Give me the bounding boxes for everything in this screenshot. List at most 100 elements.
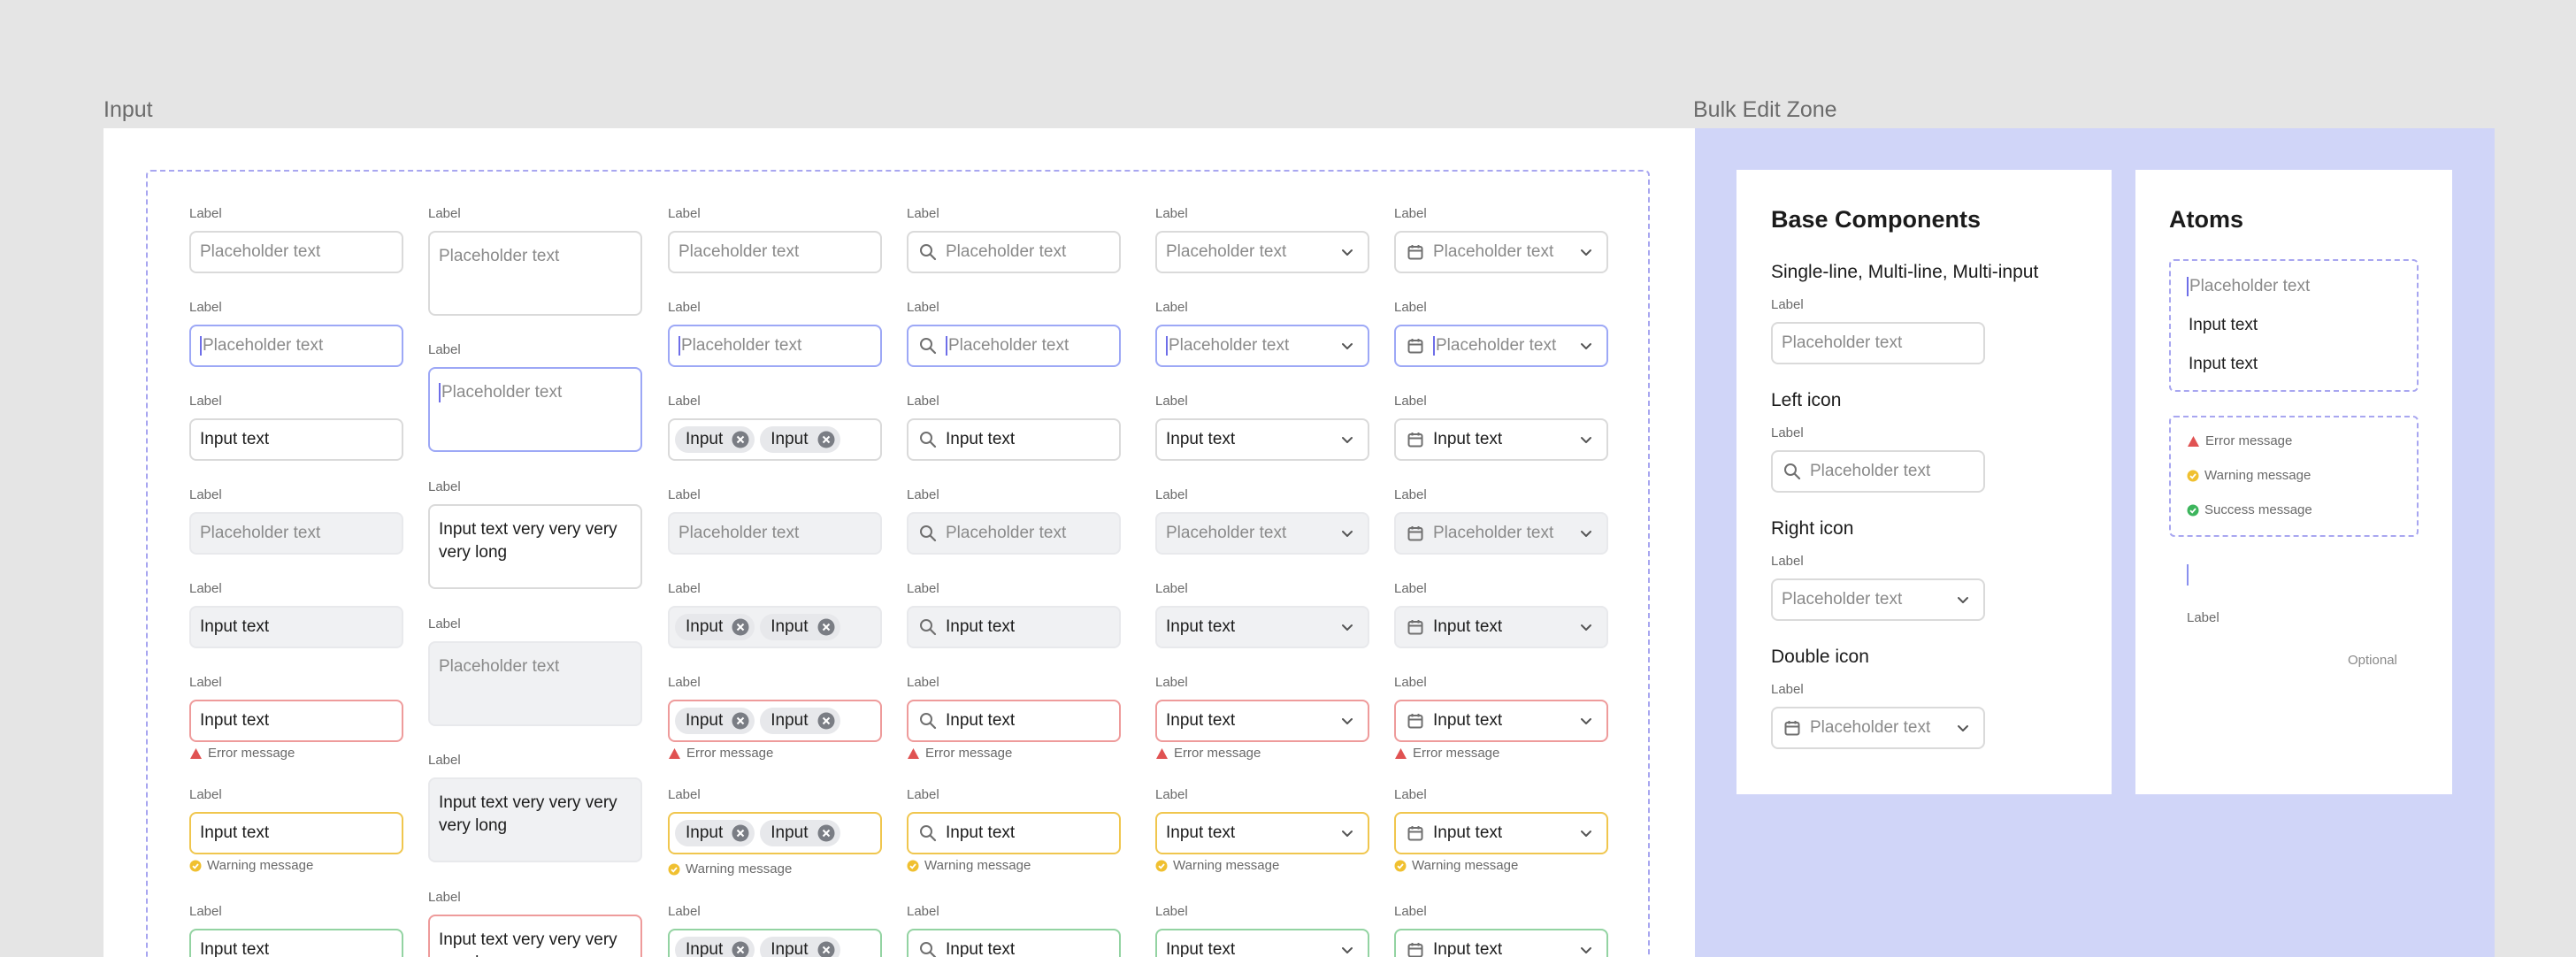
chevron-down-icon[interactable]	[1578, 338, 1594, 354]
single-line-input-focus[interactable]: Placeholder text	[189, 325, 403, 367]
input-chip[interactable]: Input	[675, 820, 755, 846]
right-icon-input-default[interactable]: Placeholder text	[1155, 231, 1369, 273]
warning-message: Warning message	[189, 858, 313, 873]
right-icon-input-disabled-empty[interactable]: Placeholder text	[1155, 512, 1369, 555]
clear-chip-icon[interactable]	[817, 712, 835, 730]
multi-line-input-error[interactable]: Input text very very very very long	[428, 915, 642, 957]
input-chip[interactable]: Input	[675, 614, 755, 640]
double-icon-input-success[interactable]: Input text	[1394, 929, 1608, 957]
chevron-down-icon[interactable]	[1955, 720, 1971, 736]
input-placeholder: Placeholder text	[1157, 334, 1339, 357]
multi-input-input-warning[interactable]: Input Input	[668, 812, 882, 854]
chevron-down-icon[interactable]	[1578, 432, 1594, 448]
chevron-down-icon[interactable]	[1339, 525, 1355, 541]
double-icon-input-focus[interactable]: Placeholder text	[1394, 325, 1608, 367]
left-icon-input-disabled-filled[interactable]: Input text	[907, 606, 1121, 648]
multi-line-input-disabled-filled[interactable]: Input text very very very very long	[428, 777, 642, 862]
atoms-title: Atoms	[2169, 206, 2244, 233]
right-icon-input-filled[interactable]: Input text	[1155, 418, 1369, 461]
multi-input-input-success[interactable]: Input Input	[668, 929, 882, 957]
double-icon-input-default[interactable]: Placeholder text	[1394, 231, 1608, 273]
section-right-icon-title: Right icon	[1771, 518, 1854, 539]
section-left-icon-title: Left icon	[1771, 390, 1842, 410]
chevron-down-icon[interactable]	[1578, 244, 1594, 260]
clear-chip-icon[interactable]	[732, 618, 749, 636]
input-chip[interactable]: Input	[675, 426, 755, 453]
input-chip[interactable]: Input	[675, 937, 755, 957]
double-icon-input-disabled-filled[interactable]: Input text	[1394, 606, 1608, 648]
base-double-icon-input[interactable]: Placeholder text	[1771, 707, 1985, 749]
clear-chip-icon[interactable]	[817, 941, 835, 957]
single-line-input-disabled-filled[interactable]: Input text	[189, 606, 403, 648]
right-icon-input-success[interactable]: Input text	[1155, 929, 1369, 957]
multi-input-input-error[interactable]: Input Input	[668, 700, 882, 742]
double-icon-input-filled[interactable]: Input text	[1394, 418, 1608, 461]
clear-chip-icon[interactable]	[817, 824, 835, 842]
multi-input-input-disabled-filled[interactable]: Input Input	[668, 606, 882, 648]
clear-chip-icon[interactable]	[732, 941, 749, 957]
chevron-down-icon[interactable]	[1339, 244, 1355, 260]
single-line-input-success[interactable]: Input text	[189, 929, 403, 957]
double-icon-input-disabled-empty[interactable]: Placeholder text	[1394, 512, 1608, 555]
left-icon-input-warning[interactable]: Input text	[907, 812, 1121, 854]
chevron-down-icon[interactable]	[1578, 525, 1594, 541]
clear-chip-icon[interactable]	[817, 431, 835, 448]
single-line-input-filled[interactable]: Input text	[189, 418, 403, 461]
input-chip[interactable]: Input	[760, 937, 840, 957]
multi-input-input-focus[interactable]: Placeholder text	[668, 325, 882, 367]
error-message: Error message	[189, 746, 295, 761]
multi-input-input-default[interactable]: Placeholder text	[668, 231, 882, 273]
single-line-input-error[interactable]: Input text	[189, 700, 403, 742]
input-chip[interactable]: Input	[760, 426, 840, 453]
success-text: Success message	[2204, 502, 2312, 517]
chevron-down-icon[interactable]	[1339, 432, 1355, 448]
single-line-input-default[interactable]: Placeholder text	[189, 231, 403, 273]
left-icon-input-default[interactable]: Placeholder text	[907, 231, 1121, 273]
chevron-down-icon[interactable]	[1578, 619, 1594, 635]
right-icon-input-warning[interactable]: Input text	[1155, 812, 1369, 854]
chevron-down-icon[interactable]	[1339, 713, 1355, 729]
input-chip[interactable]: Input	[760, 820, 840, 846]
double-icon-input-error[interactable]: Input text	[1394, 700, 1608, 742]
chevron-down-icon[interactable]	[1339, 942, 1355, 957]
input-chip[interactable]: Input	[760, 708, 840, 734]
chevron-down-icon[interactable]	[1955, 592, 1971, 608]
base-single-line-input[interactable]: Placeholder text	[1771, 322, 1985, 364]
single-line-input-warning[interactable]: Input text	[189, 812, 403, 854]
base-left-icon-input[interactable]: Placeholder text	[1771, 450, 1985, 493]
double-icon-input-warning[interactable]: Input text	[1394, 812, 1608, 854]
right-icon-input-disabled-filled[interactable]: Input text	[1155, 606, 1369, 648]
section-double-icon-title: Double icon	[1771, 647, 1869, 667]
multi-line-input-focus[interactable]: Placeholder text	[428, 367, 642, 452]
chevron-down-icon[interactable]	[1339, 619, 1355, 635]
input-chip[interactable]: Input	[760, 614, 840, 640]
base-right-icon-input[interactable]: Placeholder text	[1771, 578, 1985, 621]
chevron-down-icon[interactable]	[1578, 825, 1594, 841]
input-value: Input text	[946, 430, 1016, 448]
left-icon-input-filled[interactable]: Input text	[907, 418, 1121, 461]
chevron-down-icon[interactable]	[1339, 338, 1355, 354]
left-icon-input-focus[interactable]: Placeholder text	[907, 325, 1121, 367]
multi-line-input-default[interactable]: Placeholder text	[428, 231, 642, 316]
clear-chip-icon[interactable]	[817, 618, 835, 636]
chevron-down-icon[interactable]	[1578, 713, 1594, 729]
input-chip[interactable]: Input	[675, 708, 755, 734]
multi-line-input-disabled-empty[interactable]: Placeholder text	[428, 641, 642, 726]
left-icon-input-disabled-empty[interactable]: Placeholder text	[907, 512, 1121, 555]
clear-chip-icon[interactable]	[732, 712, 749, 730]
multi-input-input-filled[interactable]: Input Input	[668, 418, 882, 461]
clear-chip-icon[interactable]	[732, 824, 749, 842]
clear-chip-icon[interactable]	[732, 431, 749, 448]
bulk-edit-frame-title: Bulk Edit Zone	[1693, 97, 1837, 122]
multi-input-input-disabled-empty[interactable]: Placeholder text	[668, 512, 882, 555]
right-icon-input-error[interactable]: Input text	[1155, 700, 1369, 742]
chevron-down-icon[interactable]	[1578, 942, 1594, 957]
field-label: Label	[1394, 394, 1427, 409]
left-icon-input-error[interactable]: Input text	[907, 700, 1121, 742]
single-line-input-disabled-empty[interactable]: Placeholder text	[189, 512, 403, 555]
multi-line-input-filled[interactable]: Input text very very very very long	[428, 504, 642, 589]
left-icon-input-success[interactable]: Input text	[907, 929, 1121, 957]
chevron-down-icon[interactable]	[1339, 825, 1355, 841]
right-icon-input-focus[interactable]: Placeholder text	[1155, 325, 1369, 367]
field-label: Label	[189, 394, 222, 409]
